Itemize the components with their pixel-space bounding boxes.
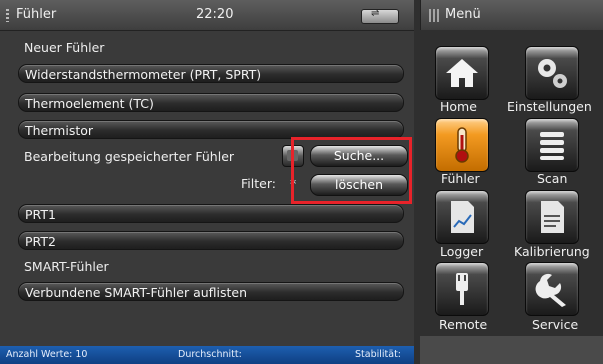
logger-icon: [451, 201, 474, 233]
menu-header: Menü: [420, 0, 603, 30]
sensor-item-prt1[interactable]: PRT1: [18, 204, 404, 223]
logger-tile[interactable]: [435, 190, 489, 244]
menu-footer: [420, 336, 603, 364]
new-sensor-heading: Neuer Fühler: [24, 40, 105, 55]
average-label: Durchschnitt:: [178, 349, 242, 360]
list-smart-sensors-button[interactable]: Verbundene SMART-Fühler auflisten: [18, 282, 404, 301]
page-title: Fühler: [16, 7, 57, 22]
filter-label: Filter:: [241, 176, 276, 191]
calibration-tile[interactable]: [525, 190, 579, 244]
remote-label: Remote: [439, 317, 488, 332]
sensor-tile[interactable]: [435, 118, 489, 172]
select-toggle[interactable]: [282, 145, 304, 167]
prt-sprt-button[interactable]: Widerstandsthermometer (PRT, SPRT): [18, 64, 404, 83]
home-label: Home: [440, 99, 477, 114]
delete-button[interactable]: löschen: [310, 174, 408, 196]
value-count: Anzahl Werte: 10: [6, 349, 88, 360]
menu-grip-icon: [429, 9, 439, 22]
gear-icon: [538, 59, 567, 88]
smart-heading: SMART-Fühler: [24, 259, 109, 274]
home-tile[interactable]: [435, 46, 489, 100]
service-label: Service: [532, 317, 579, 332]
list-icon: [540, 132, 564, 160]
thermistor-button[interactable]: Thermistor: [18, 120, 404, 139]
sensor-label: Fühler: [441, 171, 480, 186]
sensor-item-prt2[interactable]: PRT2: [18, 231, 404, 250]
edit-saved-heading: Bearbeitung gespeicherter Fühler: [24, 149, 235, 164]
filter-field[interactable]: *: [290, 176, 296, 191]
remote-tile[interactable]: [435, 262, 489, 316]
header-bar: Fühler 22:20 ⇌: [0, 0, 414, 31]
sensor-panel: Fühler 22:20 ⇌ Neuer Fühler Widerstandst…: [0, 0, 414, 364]
settings-label: Einstellungen: [507, 99, 592, 114]
calibration-icon: [541, 201, 564, 233]
menu-title: Menü: [445, 7, 481, 22]
grip-icon: [6, 9, 9, 22]
wrench-icon: [535, 273, 566, 307]
logger-label: Logger: [440, 244, 484, 259]
usb-icon: ⇌: [361, 8, 399, 24]
thermometer-icon: [455, 127, 469, 163]
calibration-label: Kalibrierung: [514, 244, 590, 259]
service-tile[interactable]: [525, 262, 579, 316]
home-icon: [446, 59, 478, 87]
scan-tile[interactable]: [525, 118, 579, 172]
thermocouple-button[interactable]: Thermoelement (TC): [18, 93, 404, 112]
plug-icon: [456, 273, 468, 305]
settings-tile[interactable]: [525, 46, 579, 100]
stability-label: Stabilität:: [355, 349, 401, 360]
search-button[interactable]: Suche...: [310, 145, 408, 167]
status-bar: Anzahl Werte: 10 Durchschnitt: Stabilitä…: [0, 346, 414, 364]
clock: 22:20: [196, 7, 234, 22]
scan-label: Scan: [537, 171, 568, 186]
